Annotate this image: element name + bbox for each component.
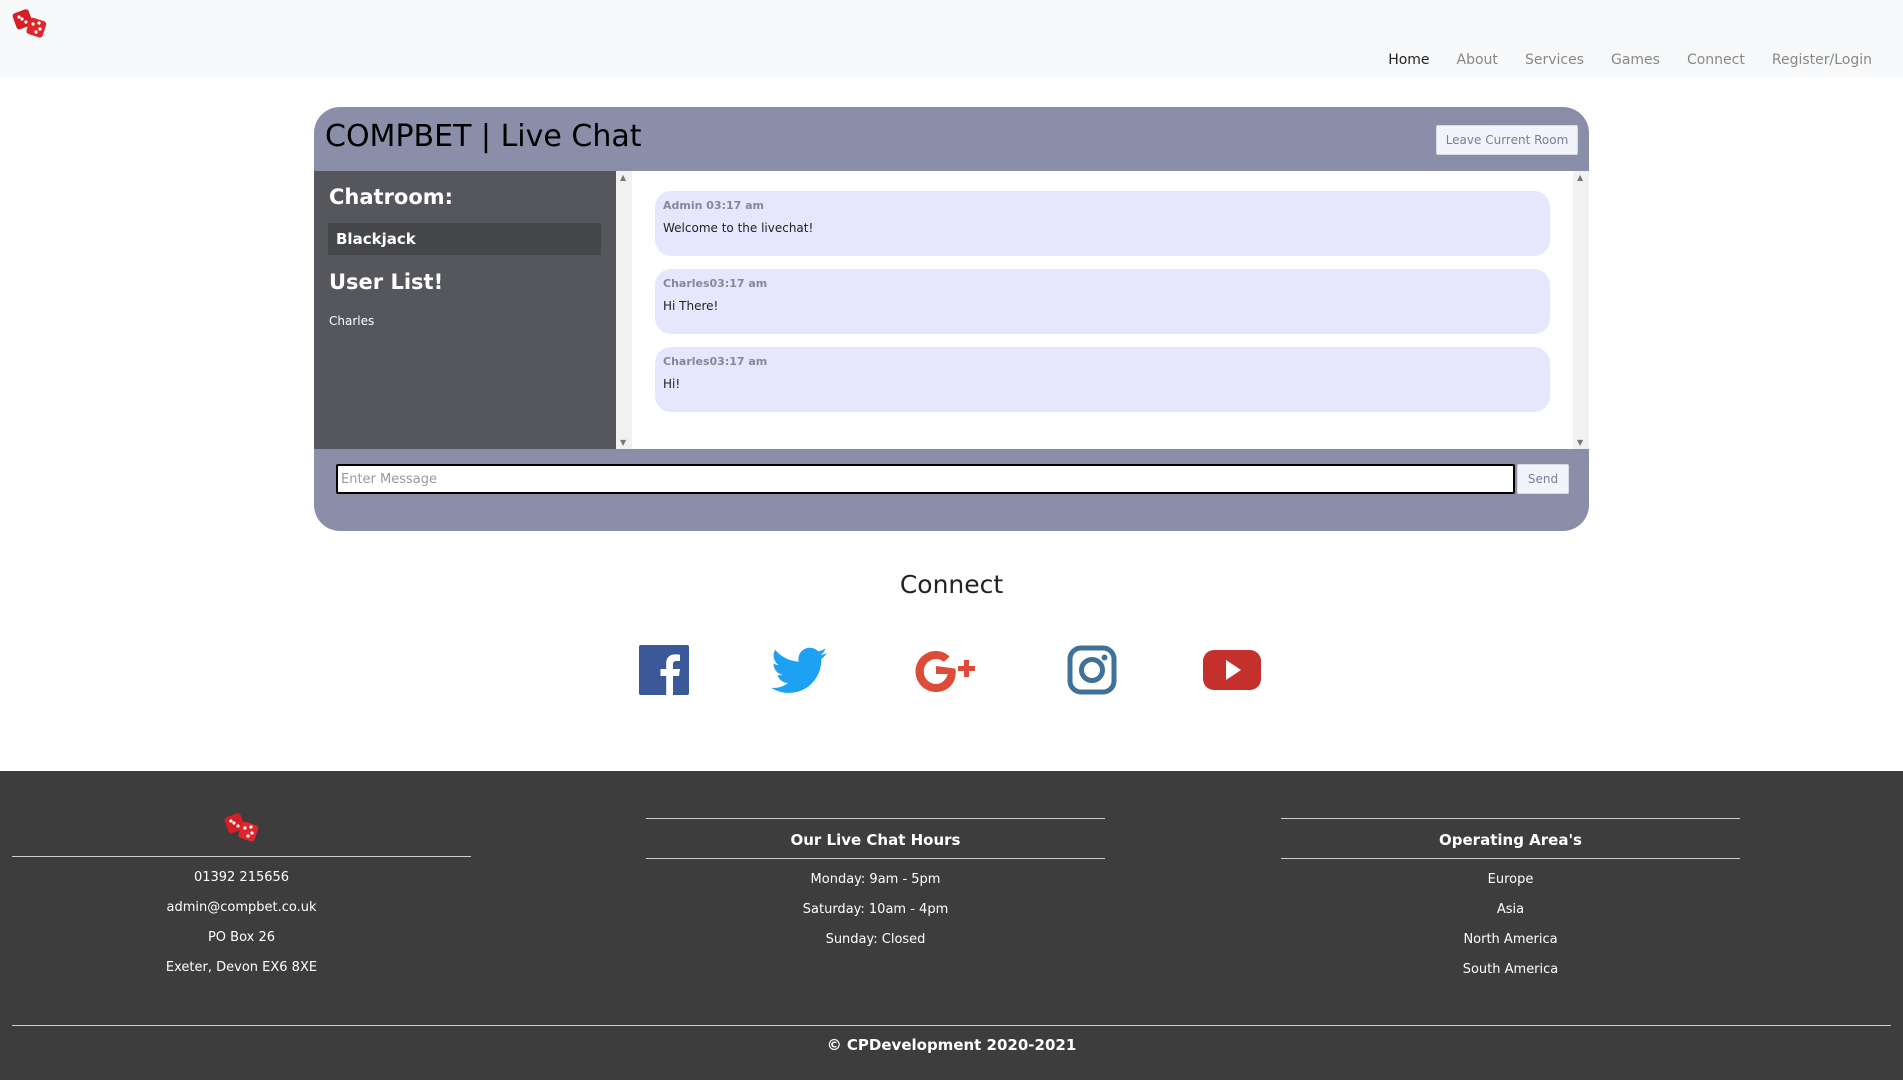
footer-divider	[12, 856, 471, 857]
leave-room-button[interactable]: Leave Current Room	[1436, 125, 1578, 155]
footer-po-box: PO Box 26	[207, 930, 276, 945]
chat-sidebar: Chatroom: Blackjack User List! Charles	[314, 171, 616, 449]
live-chat-panel: COMPBET | Live Chat Leave Current Room C…	[314, 107, 1589, 531]
footer-divider	[646, 858, 1105, 859]
nav-home[interactable]: Home	[1388, 52, 1429, 68]
nav-services[interactable]: Services	[1525, 52, 1584, 68]
nav-register-login[interactable]: Register/Login	[1772, 52, 1872, 68]
message-meta: Charles03:17 am	[663, 355, 768, 368]
footer-phone[interactable]: 01392 215656	[12, 870, 471, 885]
footer-area-item: Europe	[1487, 872, 1534, 887]
google-plus-icon[interactable]	[914, 645, 982, 695]
chatroom-heading: Chatroom:	[329, 185, 454, 209]
footer-hours-item: Saturday: 10am - 4pm	[802, 902, 949, 917]
chat-message: Charles03:17 am Hi There!	[655, 269, 1550, 334]
dice-logo-icon	[224, 813, 259, 842]
message-meta: Charles03:17 am	[663, 277, 768, 290]
scroll-up-icon[interactable]: ▲	[620, 173, 626, 182]
footer-hours-item: Sunday: Closed	[825, 932, 926, 947]
message-text: Hi!	[663, 377, 681, 391]
message-text: Hi There!	[663, 299, 719, 313]
footer-hours-item: Monday: 9am - 5pm	[810, 872, 941, 887]
copyright: © CPDevelopment 2020-2021	[826, 1036, 1077, 1054]
footer-areas-title: Operating Area's	[1439, 831, 1582, 849]
connect-heading: Connect	[899, 570, 1004, 599]
nav-games[interactable]: Games	[1611, 52, 1660, 68]
nav-links: Home About Services Games Connect Regist…	[1361, 52, 1872, 68]
nav-about[interactable]: About	[1457, 52, 1498, 68]
dice-logo-icon[interactable]	[12, 8, 50, 40]
footer-bottom-divider	[12, 1025, 1891, 1026]
footer-area-item: Asia	[1496, 902, 1525, 917]
footer-email[interactable]: admin@compbet.co.uk	[12, 900, 471, 915]
scroll-down-icon[interactable]: ▼	[620, 438, 626, 447]
scroll-down-icon[interactable]: ▼	[1577, 438, 1583, 447]
send-button[interactable]: Send	[1517, 464, 1569, 494]
footer-divider	[1281, 858, 1740, 859]
messages-scrollbar[interactable]: ▲ ▼	[1573, 171, 1589, 449]
instagram-icon[interactable]	[1067, 645, 1117, 695]
chat-message: Charles03:17 am Hi!	[655, 347, 1550, 412]
footer-address: Exeter, Devon EX6 8XE	[165, 960, 318, 975]
message-meta: Admin 03:17 am	[663, 199, 765, 212]
footer-area-item: North America	[1463, 932, 1558, 947]
message-list[interactable]: ▲ ▼ Admin 03:17 am Welcome to the livech…	[616, 171, 1589, 449]
chat-title: COMPBET | Live Chat	[325, 119, 642, 154]
youtube-icon[interactable]	[1202, 645, 1262, 695]
user-list-heading: User List!	[329, 270, 444, 294]
chat-message: Admin 03:17 am Welcome to the livechat!	[655, 191, 1550, 256]
footer: 01392 215656 admin@compbet.co.uk PO Box …	[0, 771, 1903, 1080]
scroll-up-icon[interactable]: ▲	[1577, 173, 1583, 182]
footer-area-item: South America	[1462, 962, 1559, 977]
footer-divider	[1281, 818, 1740, 819]
twitter-icon[interactable]	[772, 645, 830, 695]
user-list-item: Charles	[329, 314, 375, 328]
nav-connect[interactable]: Connect	[1687, 52, 1745, 68]
facebook-icon[interactable]	[639, 645, 689, 695]
message-input[interactable]	[336, 464, 1515, 494]
navbar: Home About Services Games Connect Regist…	[0, 0, 1903, 77]
current-room: Blackjack	[328, 223, 601, 255]
message-text: Welcome to the livechat!	[663, 221, 814, 235]
footer-hours-title: Our Live Chat Hours	[790, 831, 961, 849]
footer-divider	[646, 818, 1105, 819]
sidebar-scrollbar[interactable]: ▲ ▼	[616, 171, 632, 449]
